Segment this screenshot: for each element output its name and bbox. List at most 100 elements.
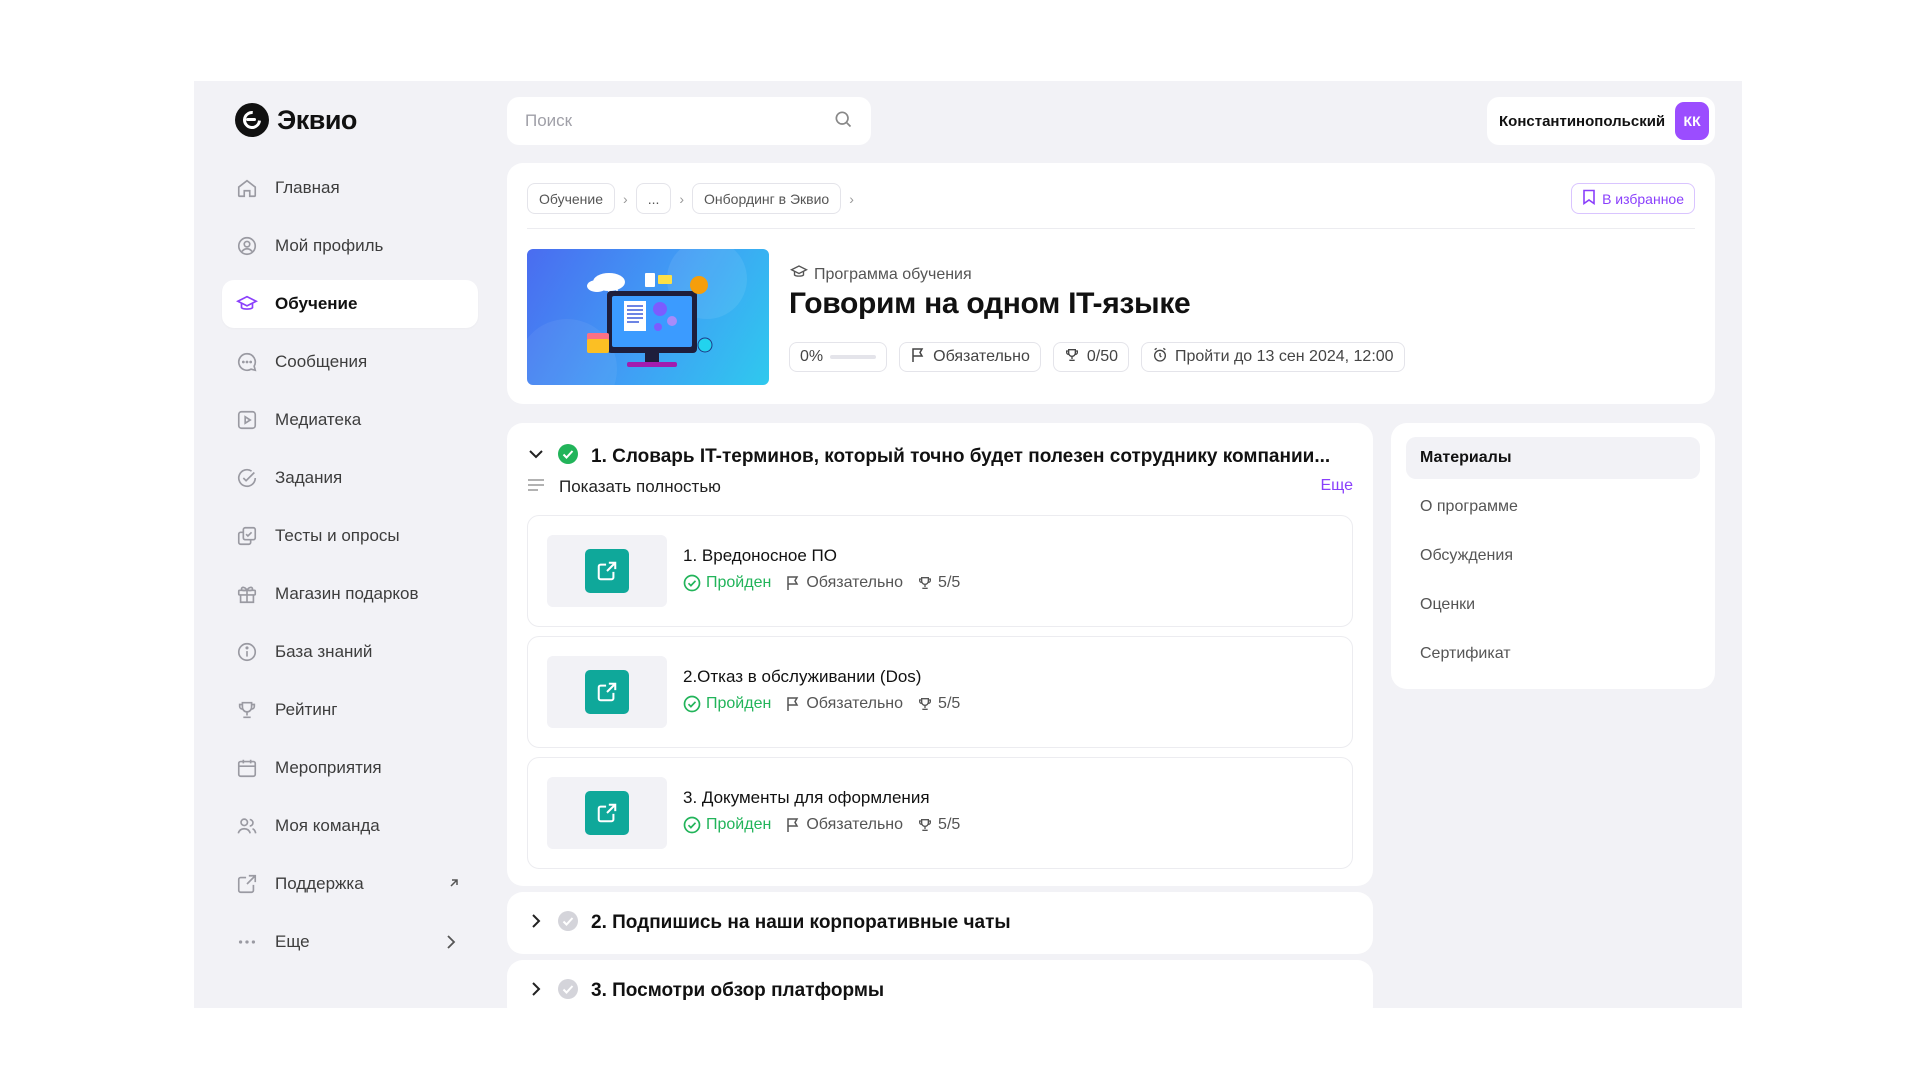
item-meta: Пройден Обязательно 5/5 xyxy=(683,695,960,713)
bookmark-icon xyxy=(1582,189,1596,208)
section-2[interactable]: 2. Подпишись на наши корпоративные чаты xyxy=(507,892,1373,954)
item-thumbnail xyxy=(547,777,667,849)
sidebar-item-label: Главная xyxy=(275,178,340,197)
text-lines-icon xyxy=(527,477,545,497)
check-circle-icon xyxy=(235,466,259,490)
sidebar-item-label: Мой профиль xyxy=(275,236,384,255)
status-label: Пройден xyxy=(706,816,772,833)
section-title: 2. Подпишись на наши корпоративные чаты xyxy=(591,912,1011,933)
sidebar-item-support[interactable]: Поддержка xyxy=(222,860,478,908)
sidebar-item-tests[interactable]: Тесты и опросы xyxy=(222,512,478,560)
sidebar-item-media[interactable]: Медиатека xyxy=(222,396,478,444)
chevron-right-icon[interactable] xyxy=(527,912,545,935)
sidebar-item-profile[interactable]: Мой профиль xyxy=(222,222,478,270)
required-label: Обязательно xyxy=(806,816,904,833)
trophy-icon xyxy=(235,698,259,722)
check-circle-icon xyxy=(683,816,701,834)
search-icon[interactable] xyxy=(833,109,853,134)
status-badge: Пройден xyxy=(683,816,771,834)
item-title: 2.Отказ в обслуживании (Dos) xyxy=(683,667,922,686)
search-input[interactable] xyxy=(525,111,833,131)
external-link-icon xyxy=(585,791,629,835)
tab-certificate[interactable]: Сертификат xyxy=(1406,633,1700,675)
required-label: Обязательно xyxy=(806,695,904,712)
sidebar-item-more[interactable]: Еще xyxy=(222,918,478,966)
required-badge: Обязательно xyxy=(785,816,903,834)
search-bar[interactable] xyxy=(507,97,871,145)
score-label: 5/5 xyxy=(938,574,961,591)
check-circle-icon xyxy=(683,695,701,713)
logo[interactable]: Эквио xyxy=(235,103,357,137)
sidebar-item-rating[interactable]: Рейтинг xyxy=(222,686,478,734)
tab-materials[interactable]: Материалы xyxy=(1406,437,1700,479)
chevron-right-icon[interactable] xyxy=(527,980,545,1003)
arrow-up-right-icon xyxy=(448,874,460,894)
home-icon xyxy=(235,176,259,200)
program-type: Программа обучения xyxy=(789,263,972,286)
sidebar-item-learning[interactable]: Обучение xyxy=(222,280,478,328)
graduation-cap-icon xyxy=(789,263,809,286)
calendar-icon xyxy=(235,756,259,780)
status-badge: Пройден xyxy=(683,574,771,592)
section-3[interactable]: 3. Посмотри обзор платформы xyxy=(507,960,1373,1008)
sidebar-item-label: Тесты и опросы xyxy=(275,526,400,545)
deadline-chip: Пройти до 13 сен 2024, 12:00 xyxy=(1141,342,1405,372)
list-item[interactable]: 2.Отказ в обслуживании (Dos) Пройден Обя… xyxy=(527,636,1353,748)
tab-about[interactable]: О программе xyxy=(1406,486,1700,528)
section-header[interactable]: 1. Словарь IT-терминов, который точно бу… xyxy=(527,443,1357,470)
program-cover-image xyxy=(527,249,769,385)
score-label: 5/5 xyxy=(938,816,961,833)
show-all-label: Показать полностью xyxy=(559,477,721,496)
list-item[interactable]: 3. Документы для оформления Пройден Обяз… xyxy=(527,757,1353,869)
flag-icon xyxy=(787,697,799,711)
sidebar-item-home[interactable]: Главная xyxy=(222,164,478,212)
breadcrumb-item[interactable]: Обучение xyxy=(527,183,616,214)
check-circle-icon xyxy=(557,443,579,470)
sidebar-nav: Главная Мой профиль Обучение Сообщения М… xyxy=(222,164,478,976)
tab-discussions[interactable]: Обсуждения xyxy=(1406,535,1700,577)
trophy-icon xyxy=(919,577,932,589)
trophy-icon xyxy=(919,698,932,710)
user-menu[interactable]: Константинопольский КК xyxy=(1487,97,1715,145)
tab-grades[interactable]: Оценки xyxy=(1406,584,1700,626)
item-thumbnail xyxy=(547,656,667,728)
program-meta: 0% Обязательно 0/50 Пройти до 13 сен 202… xyxy=(789,342,1405,372)
team-icon xyxy=(235,814,259,838)
app-window: Эквио Главная Мой профиль Обучение Сообщ… xyxy=(194,81,1742,1008)
sidebar-item-label: Еще xyxy=(275,932,310,951)
sidebar-item-label: База знаний xyxy=(275,642,373,661)
sidebar-item-label: Медиатека xyxy=(275,410,362,429)
score-chip: 0/50 xyxy=(1052,342,1129,372)
sidebar-item-label: Сообщения xyxy=(275,352,368,371)
external-link-icon xyxy=(235,872,259,896)
score-badge: 5/5 xyxy=(917,574,960,592)
show-full-description[interactable]: Показать полностью xyxy=(527,477,721,497)
graduation-cap-icon xyxy=(235,292,259,316)
sidebar-item-messages[interactable]: Сообщения xyxy=(222,338,478,386)
profile-icon xyxy=(235,234,259,258)
more-link[interactable]: Еще xyxy=(1320,477,1353,495)
progress-bar xyxy=(830,355,877,359)
chevron-down-icon[interactable] xyxy=(527,445,545,468)
avatar[interactable]: КК xyxy=(1675,102,1709,140)
chat-icon xyxy=(235,350,259,374)
chevron-right-icon: › xyxy=(849,190,854,207)
trophy-icon xyxy=(919,819,932,831)
play-icon xyxy=(235,408,259,432)
add-to-favorites-button[interactable]: В избранное xyxy=(1571,183,1695,214)
progress-label: 0% xyxy=(800,348,824,365)
required-badge: Обязательно xyxy=(785,574,903,592)
external-link-icon xyxy=(585,670,629,714)
sidebar-item-team[interactable]: Моя команда xyxy=(222,802,478,850)
breadcrumb-item[interactable]: ... xyxy=(635,183,672,214)
item-meta: Пройден Обязательно 5/5 xyxy=(683,574,960,592)
sidebar-item-tasks[interactable]: Задания xyxy=(222,454,478,502)
breadcrumb-item[interactable]: Онбординг в Эквио xyxy=(692,183,842,214)
item-title: 3. Документы для оформления xyxy=(683,788,930,807)
sidebar-item-knowledge-base[interactable]: База знаний xyxy=(222,628,478,676)
list-item[interactable]: 1. Вредоносное ПО Пройден Обязательно 5/… xyxy=(527,515,1353,627)
user-name: Константинопольский xyxy=(1499,112,1666,130)
sidebar-item-events[interactable]: Мероприятия xyxy=(222,744,478,792)
score-badge: 5/5 xyxy=(917,816,960,834)
sidebar-item-gift-shop[interactable]: Магазин подарков xyxy=(222,570,478,618)
